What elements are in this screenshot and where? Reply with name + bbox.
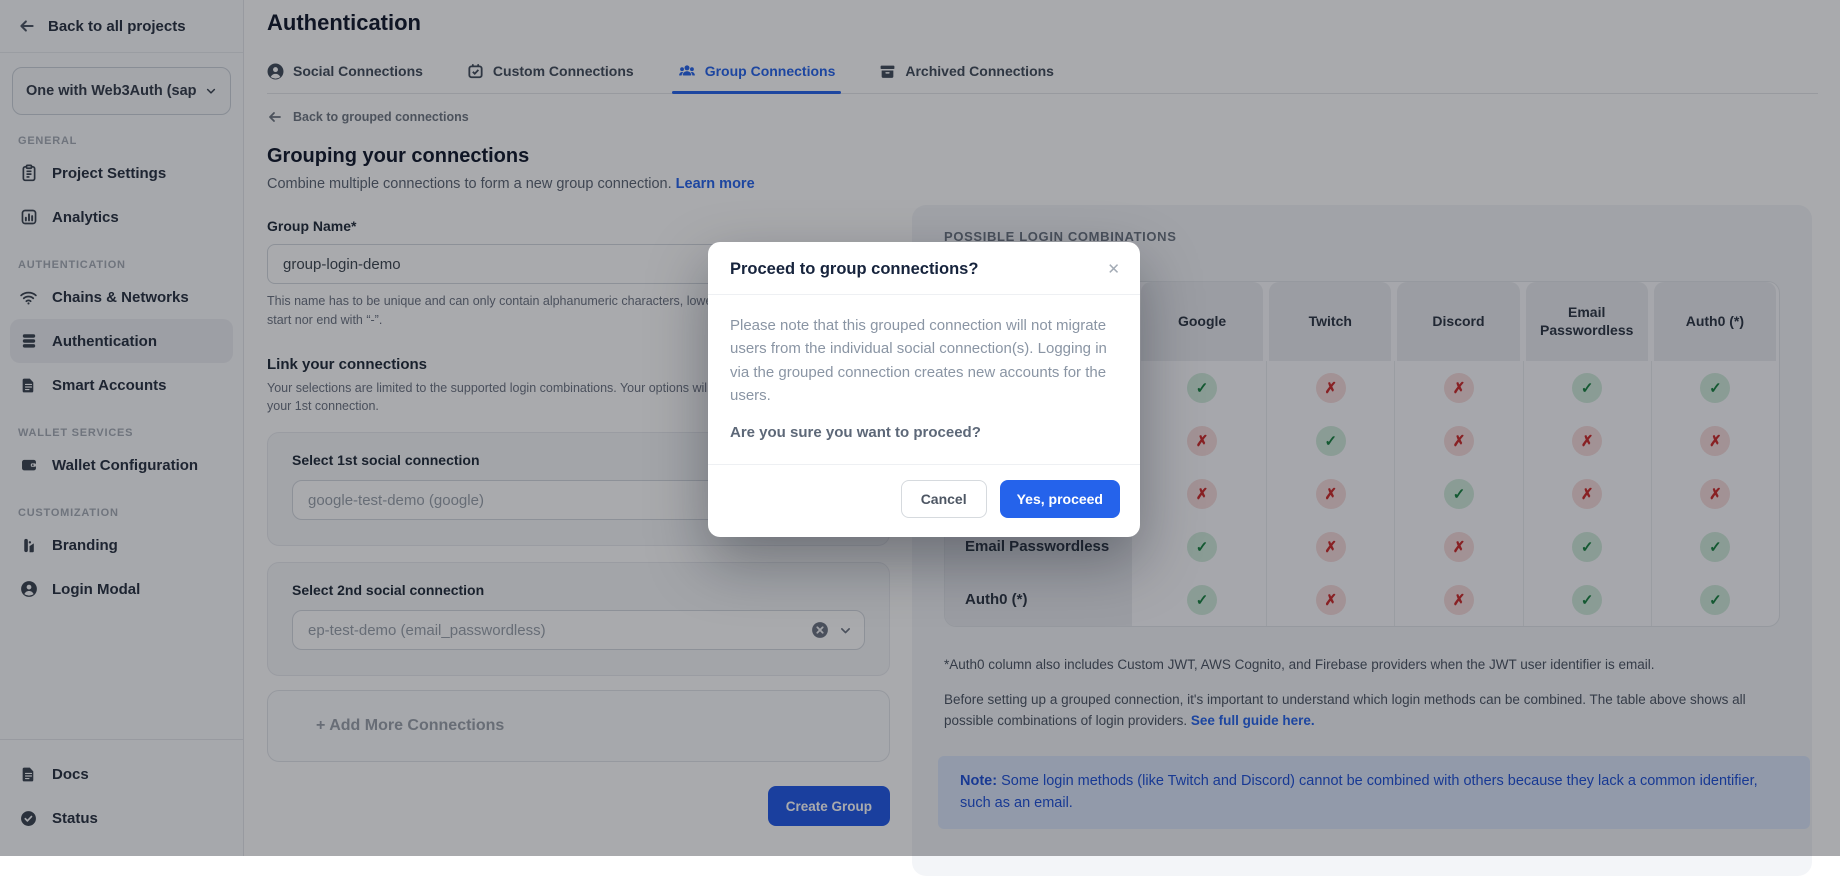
modal-title: Proceed to group connections? xyxy=(730,260,1118,279)
modal-body-text: Please note that this grouped connection… xyxy=(730,314,1118,407)
confirm-modal: Proceed to group connections? ✕ Please n… xyxy=(708,242,1140,537)
cancel-button[interactable]: Cancel xyxy=(901,480,987,518)
modal-question: Are you sure you want to proceed? xyxy=(730,424,1118,441)
confirm-button[interactable]: Yes, proceed xyxy=(1000,480,1120,518)
close-icon[interactable]: ✕ xyxy=(1103,256,1124,282)
